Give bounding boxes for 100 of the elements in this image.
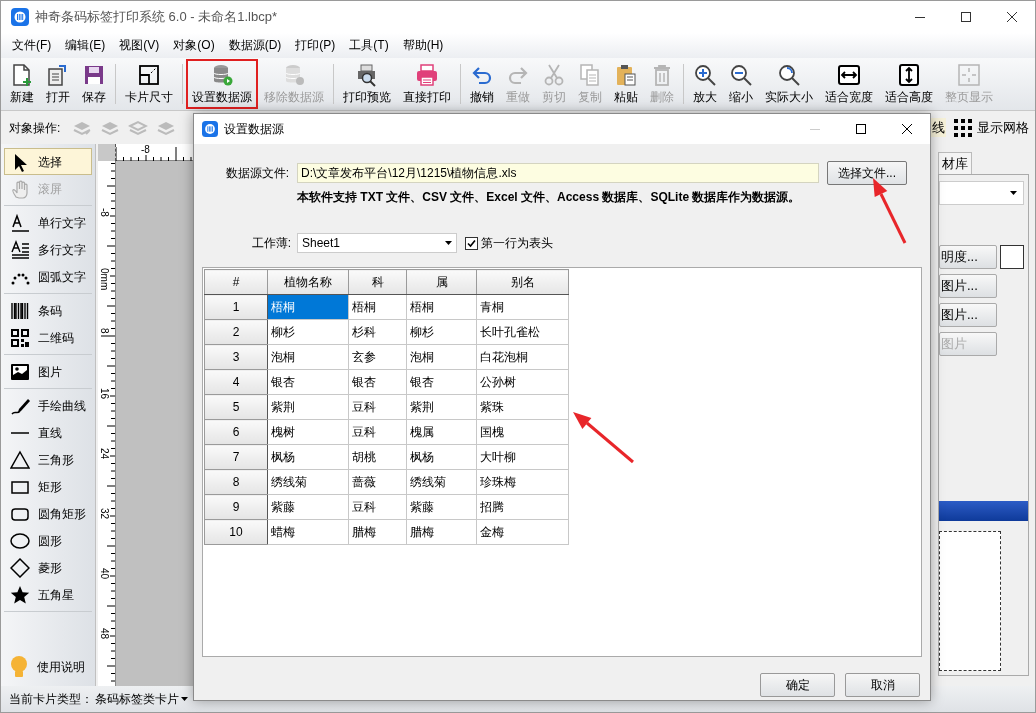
table-cell[interactable]: 国槐: [476, 419, 569, 445]
menu-item[interactable]: 数据源(D): [221, 33, 289, 58]
table-cell[interactable]: 柳杉: [267, 319, 349, 345]
table-cell[interactable]: 大叶柳: [476, 444, 569, 470]
panel-button[interactable]: 图片...: [939, 274, 997, 298]
column-header[interactable]: 植物名称: [267, 269, 349, 295]
toolbar-button[interactable]: 适合宽度: [819, 59, 879, 109]
toolbar-button[interactable]: 打印预览: [337, 59, 397, 109]
toolbar-button[interactable]: 打开: [40, 59, 76, 109]
tool-button[interactable]: 多行文字: [4, 236, 92, 263]
dialog-title: 设置数据源: [224, 121, 284, 138]
tool-button[interactable]: 五角星: [4, 581, 92, 608]
table-cell[interactable]: 紫珠: [476, 394, 569, 420]
menu-item[interactable]: 编辑(E): [58, 33, 113, 58]
sheet-select[interactable]: Sheet1: [297, 233, 457, 253]
help-button[interactable]: 使用说明: [4, 652, 92, 682]
toolbar-button[interactable]: 卡片尺寸: [119, 59, 179, 109]
toolbar-button[interactable]: 适合高度: [879, 59, 939, 109]
tool-button[interactable]: 圆形: [4, 527, 92, 554]
panel-button[interactable]: 图片...: [939, 303, 997, 327]
table-cell[interactable]: 银杏: [267, 369, 349, 395]
tool-button[interactable]: 圆弧文字: [4, 263, 92, 290]
row-header[interactable]: 2: [204, 319, 268, 345]
choose-file-button[interactable]: 选择文件...: [827, 161, 907, 185]
tool-button[interactable]: 直线: [4, 419, 92, 446]
show-grid-button[interactable]: 显示网格: [954, 114, 1029, 141]
table-cell[interactable]: 金梅: [476, 519, 569, 545]
toolbar-button[interactable]: 撤销: [464, 59, 500, 109]
row-header[interactable]: 9: [204, 494, 268, 520]
tool-button[interactable]: 圆角矩形: [4, 500, 92, 527]
table-cell[interactable]: 珍珠梅: [476, 469, 569, 495]
column-header[interactable]: 属: [406, 269, 477, 295]
file-path-field[interactable]: D:\文章发布平台\12月\1215\植物信息.xls: [297, 163, 819, 183]
row-header[interactable]: 8: [204, 469, 268, 495]
ok-button[interactable]: 确定: [760, 673, 835, 697]
column-header[interactable]: #: [204, 269, 268, 295]
panel-button[interactable]: 明度...: [939, 245, 997, 269]
tool-button[interactable]: 选择: [4, 148, 92, 175]
menu-item[interactable]: 打印(P): [288, 33, 343, 58]
ruler-label: -8: [99, 208, 110, 217]
column-header[interactable]: 科: [348, 269, 407, 295]
table-cell[interactable]: 蜡梅: [267, 519, 349, 545]
toolbar-button[interactable]: 设置数据源: [186, 59, 258, 109]
table-cell[interactable]: 绣线菊: [267, 469, 349, 495]
tool-button[interactable]: 矩形: [4, 473, 92, 500]
menu-item[interactable]: 对象(O): [166, 33, 222, 58]
row-header[interactable]: 4: [204, 369, 268, 395]
row-header[interactable]: 7: [204, 444, 268, 470]
four-arrows-icon: [957, 63, 981, 87]
app-logo-icon: [11, 8, 29, 26]
menu-item[interactable]: 帮助(H): [395, 33, 451, 58]
tool-button[interactable]: 手绘曲线: [4, 392, 92, 419]
header-checkbox[interactable]: [465, 236, 478, 250]
table-cell[interactable]: 招腾: [476, 494, 569, 520]
supported-formats-note: 本软件支持 TXT 文件、CSV 文件、Excel 文件、Access 数据库、SQLite 数据库作为数据源。: [297, 189, 802, 206]
menu-item[interactable]: 工具(T): [342, 33, 396, 58]
dropdown[interactable]: [939, 181, 1024, 205]
row-header[interactable]: 5: [204, 394, 268, 420]
clipboard-icon: [614, 63, 638, 87]
tool-button[interactable]: 条码: [4, 297, 92, 324]
toolbar-button[interactable]: 缩小: [723, 59, 759, 109]
toolbar-button[interactable]: 放大: [687, 59, 723, 109]
panel-tab[interactable]: 材库: [938, 152, 972, 174]
object-ops-label: 对象操作:: [9, 119, 61, 137]
card-type-dropdown[interactable]: 当前卡片类型： 条码标签类卡片: [9, 688, 188, 710]
table-cell[interactable]: 青桐: [476, 294, 569, 320]
tool-button[interactable]: 二维码: [4, 324, 92, 351]
table-cell[interactable]: 公孙树: [476, 369, 569, 395]
new-document-icon: [10, 63, 34, 87]
table-cell[interactable]: 紫藤: [267, 494, 349, 520]
tab-label[interactable]: 线: [931, 117, 946, 138]
cancel-button[interactable]: 取消: [845, 673, 920, 697]
tool-button[interactable]: 菱形: [4, 554, 92, 581]
row-header[interactable]: 3: [204, 344, 268, 370]
toolbar-button[interactable]: 实际大小: [759, 59, 819, 109]
table-cell[interactable]: 泡桐: [267, 344, 349, 370]
table-cell[interactable]: 枫杨: [267, 444, 349, 470]
row-header[interactable]: 1: [204, 294, 268, 320]
ruler-label: 0mm: [99, 268, 110, 291]
column-header[interactable]: 别名: [476, 269, 569, 295]
table-cell[interactable]: 长叶孔雀松: [476, 319, 569, 345]
table-cell[interactable]: 槐树: [267, 419, 349, 445]
tool-button[interactable]: 三角形: [4, 446, 92, 473]
tool-button[interactable]: 图片: [4, 358, 92, 385]
table-cell[interactable]: 紫荆: [267, 394, 349, 420]
menu-item[interactable]: 文件(F): [5, 33, 59, 58]
toolbar-button[interactable]: 新建: [4, 59, 40, 109]
tool-button[interactable]: 单行文字: [4, 209, 92, 236]
toolbar-button[interactable]: 粘贴: [608, 59, 644, 109]
vertical-arrows-icon: [897, 63, 921, 87]
table-cell[interactable]: 梧桐: [267, 294, 349, 320]
row-header[interactable]: 10: [204, 519, 268, 545]
row-header[interactable]: 6: [204, 419, 268, 445]
color-swatch[interactable]: [1000, 245, 1024, 269]
star-icon: [10, 584, 30, 605]
toolbar-button[interactable]: 保存: [76, 59, 112, 109]
light-bulb-icon: [9, 655, 29, 679]
table-cell[interactable]: 白花泡桐: [476, 344, 569, 370]
toolbar-button[interactable]: 直接打印: [397, 59, 457, 109]
menu-item[interactable]: 视图(V): [112, 33, 167, 58]
